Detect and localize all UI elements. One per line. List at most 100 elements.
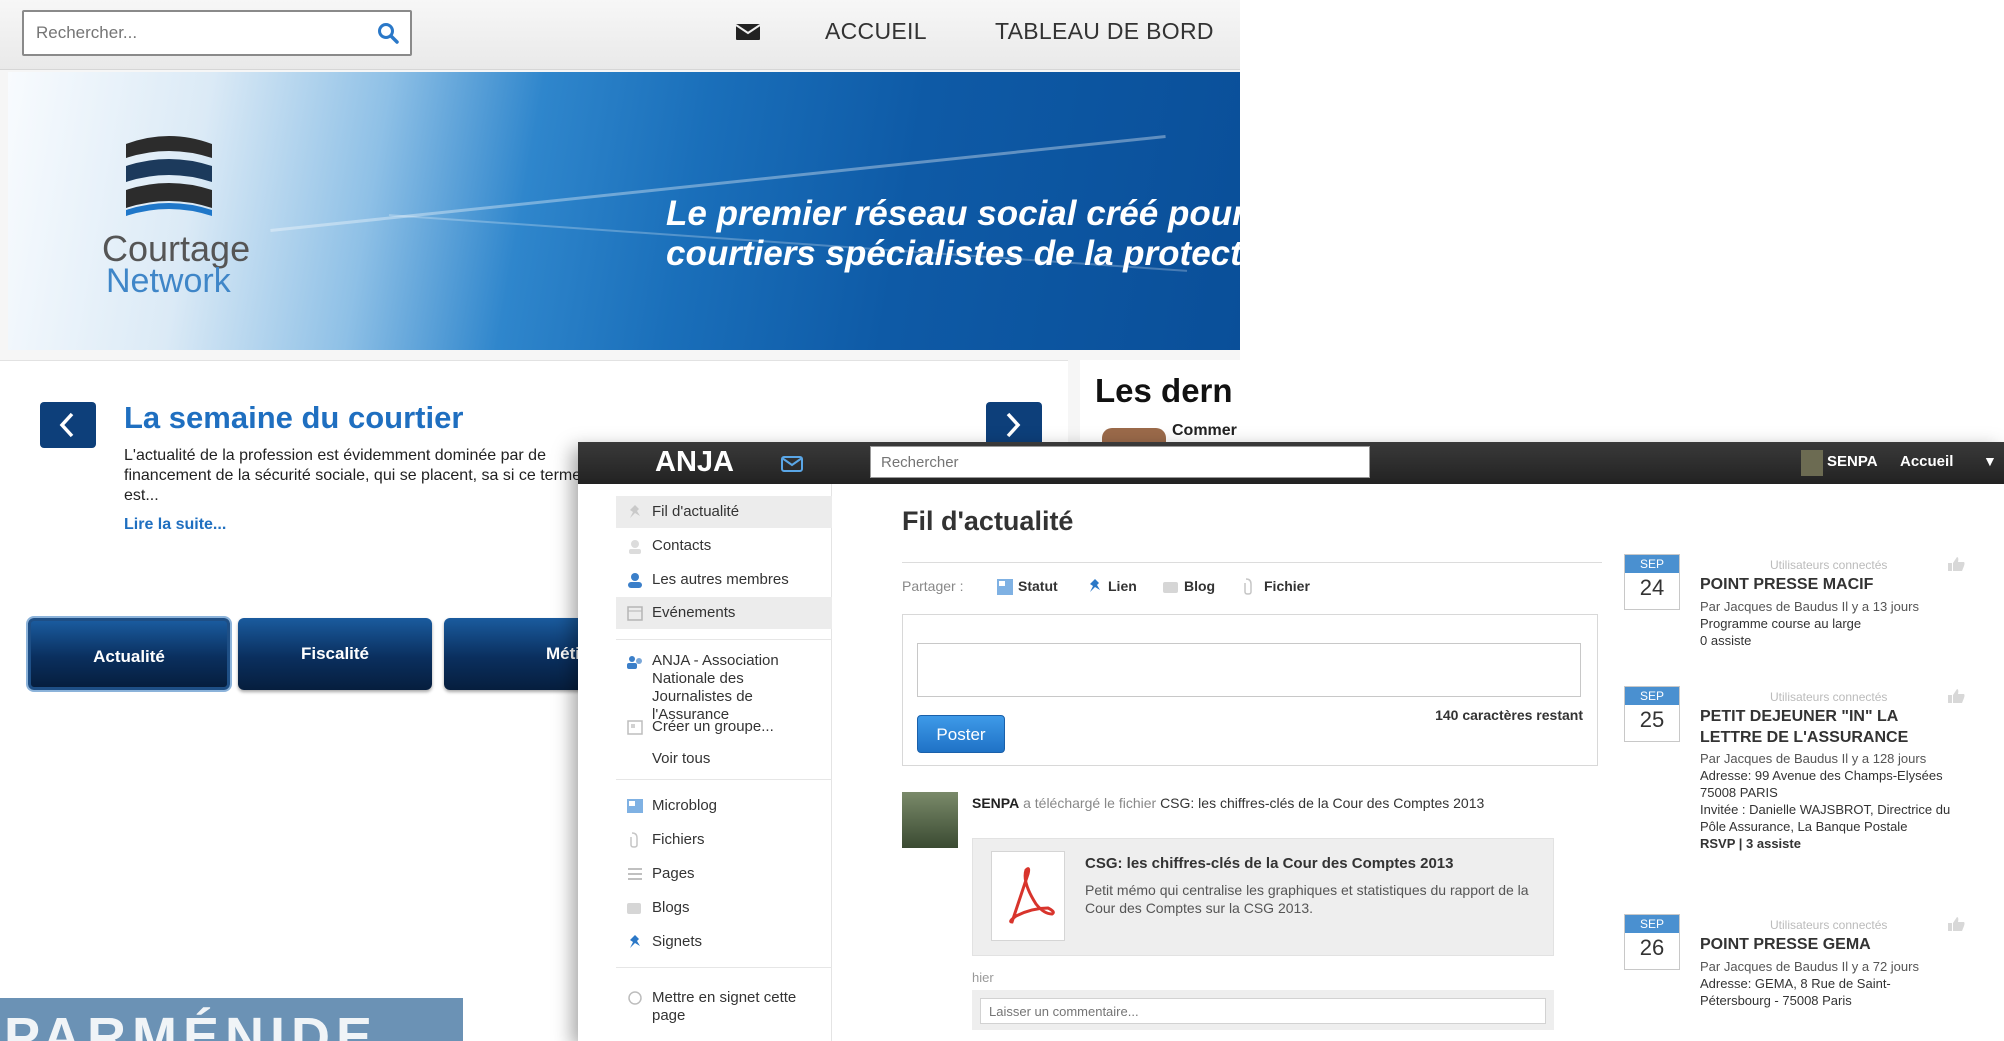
event-month: SEP [1625,915,1679,933]
status-icon [997,579,1013,595]
banner-tagline: Le premier réseau social créé pour les c… [666,194,1240,274]
share-option-lien[interactable]: Lien [1108,578,1137,594]
activity-text: SENPA a téléchargé le fichier CSG: les c… [972,794,1562,812]
share-option-blog[interactable]: Blog [1184,578,1215,594]
sidebar-item-blogs[interactable]: Blogs [616,894,832,922]
event-title[interactable]: POINT PRESSE GEMA [1700,934,1960,955]
event-day: 24 [1639,575,1665,600]
post-button[interactable]: Poster [917,715,1005,753]
mail-icon[interactable] [781,456,803,472]
event-details: Par Jacques de Baudus Il y a 13 jours Pr… [1700,598,1960,649]
link-icon [1090,579,1100,592]
bookmark-page-icon [628,991,642,1005]
event-title[interactable]: PETIT DEJEUNER "IN" LA LETTRE DE L'ASSUR… [1700,706,1960,748]
comment-input[interactable] [980,998,1546,1024]
event-day: 25 [1639,707,1665,732]
activity-timestamp: hier [972,970,994,985]
sidebar-item-mettre-en-signet[interactable]: Mettre en signet cette page [616,984,832,1024]
sidebar-item-group-anja[interactable]: ANJA - Association Nationale des Journal… [616,648,832,723]
activity-file-link[interactable]: CSG: les chiffres-clés de la Cour des Co… [1160,795,1484,811]
event-month: SEP [1625,555,1679,573]
tagline-line-2: courtiers spécialistes de la protection [666,234,1240,273]
like-icon[interactable] [1946,916,1966,932]
contacts-icon [629,540,641,554]
sidebar-item-label: Pages [652,865,695,882]
sidebar-item-autres-membres[interactable]: Les autres membres [616,564,832,596]
microblog-icon [627,799,643,813]
nav-tableau-de-bord-link[interactable]: TABLEAU DE BORD [995,18,1214,45]
event-day: 26 [1639,935,1665,960]
share-option-statut[interactable]: Statut [1018,578,1058,594]
search-box[interactable] [22,10,412,56]
like-icon[interactable] [1946,688,1966,704]
mail-icon[interactable] [735,22,761,42]
tab-actualite[interactable]: Actualité [28,618,230,690]
bottom-thumbnail: PARMÉNIDE [0,998,463,1041]
read-more-link[interactable]: Lire la suite... [124,516,226,534]
screenshot-root: ACCUEIL TABLEAU DE BORD Le premier résea… [0,0,2004,1041]
like-icon[interactable] [1946,556,1966,572]
event-attendance: 0 assiste [1700,633,1752,648]
event-title[interactable]: POINT PRESSE MACIF [1700,574,1960,595]
file-card[interactable]: CSG: les chiffres-clés de la Cour des Co… [972,838,1554,956]
pdf-icon [1009,867,1055,924]
share-divider [902,562,1602,563]
pin-icon [630,505,640,518]
pages-icon [628,868,642,880]
sidebar-divider [616,779,832,780]
anja-search-input[interactable] [871,447,1311,477]
user-name-link[interactable]: SENPA [1827,453,1878,470]
sidebar-divider [616,967,832,968]
event-rsvp[interactable]: RSVP | 3 assiste [1700,835,1960,852]
activity-user-link[interactable]: SENPA [972,795,1019,811]
user-avatar[interactable] [1801,450,1823,476]
sidebar-item-label: Blogs [652,899,690,916]
file-icon [1244,578,1252,595]
latest-heading: Les dern [1095,372,1233,409]
sidebar-item-creer-groupe[interactable]: Créer un groupe... [616,713,832,741]
chevron-right-icon [1006,412,1021,438]
event-meta: Par Jacques de Baudus Il y a 13 jours [1700,599,1919,614]
events-column: SEP 24 Utilisateurs connectés POINT PRES… [1624,554,1974,1041]
sidebar-item-microblog[interactable]: Microblog [616,792,832,820]
prev-arrow-button[interactable] [40,402,96,448]
sidebar-item-signets[interactable]: Signets [616,928,832,956]
sidebar-item-fichiers[interactable]: Fichiers [616,826,832,854]
dropdown-caret-icon[interactable]: ▼ [1983,453,1997,469]
event-connected-users: Utilisateurs connectés [1770,690,1888,704]
event-connected-users: Utilisateurs connectés [1770,558,1888,572]
nav-accueil-link[interactable]: ACCUEIL [825,18,927,45]
search-icon[interactable] [376,21,400,45]
home-link[interactable]: Accueil [1900,453,1953,470]
group-icon [627,656,642,669]
sidebar-item-label: Contacts [652,537,712,554]
anja-search-box[interactable] [870,446,1370,478]
file-card-description: Petit mémo qui centralise les graphiques… [1085,882,1529,916]
event-date-badge: SEP 24 [1624,554,1680,610]
anja-brand[interactable]: ANJA [655,446,734,479]
event-meta: Par Jacques de Baudus Il y a 128 jours [1700,751,1927,766]
blog-icon [1163,582,1178,593]
event-meta: Par Jacques de Baudus Il y a 72 jours [1700,959,1919,974]
logo-text-network: Network [106,262,231,300]
file-icon [630,832,638,848]
event-line: Adresse: 99 Avenue des Champs-Elysées 75… [1700,768,1943,800]
widget-title: La semaine du courtier [124,400,464,435]
blog-icon [627,903,641,914]
activity-avatar[interactable] [902,792,958,848]
sidebar-item-voir-tous[interactable]: Voir tous [616,745,832,773]
event-details: Par Jacques de Baudus Il y a 72 jours Ad… [1700,958,1960,1009]
latest-item-label[interactable]: Commer [1172,422,1237,440]
chars-remaining: 140 caractères restant [1435,707,1583,723]
sidebar-item-fil-actualite[interactable]: Fil d'actualité [616,496,832,528]
search-input[interactable] [24,12,354,54]
user-icon [628,573,642,588]
tab-fiscalite[interactable]: Fiscalité [238,618,432,690]
file-card-title[interactable]: CSG: les chiffres-clés de la Cour des Co… [1085,855,1453,872]
anja-window: ANJA SENPA Accueil ▼ Fil d'actualité Con… [578,442,2004,1041]
share-option-fichier[interactable]: Fichier [1264,578,1310,594]
sidebar-item-evenements[interactable]: Evénements [616,597,832,629]
sidebar-item-contacts[interactable]: Contacts [616,530,832,562]
sidebar-item-pages[interactable]: Pages [616,860,832,888]
status-textarea[interactable] [917,643,1581,697]
